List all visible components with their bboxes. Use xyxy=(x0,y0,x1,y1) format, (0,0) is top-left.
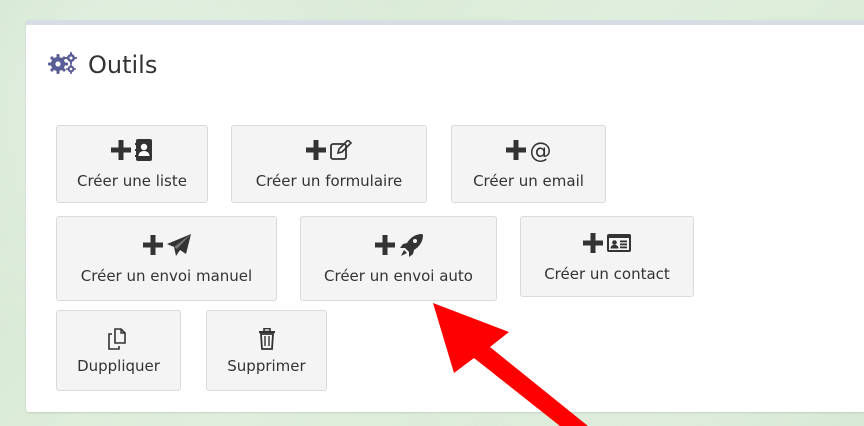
plus-icon xyxy=(505,140,526,164)
plus-icon xyxy=(374,234,395,259)
copy-icon xyxy=(107,327,130,354)
create-auto-send-label: Créer un envoi auto xyxy=(324,266,473,285)
create-auto-send-button[interactable]: Créer un envoi auto xyxy=(300,216,497,301)
duplicate-button[interactable]: Duppliquer xyxy=(56,310,181,391)
create-list-label: Créer une liste xyxy=(77,172,187,190)
create-list-button[interactable]: Créer une liste xyxy=(56,125,208,203)
plus-icon xyxy=(583,232,603,257)
plus-icon xyxy=(111,140,131,164)
create-contact-label: Créer un contact xyxy=(544,264,670,283)
create-manual-send-button[interactable]: Créer un envoi manuel xyxy=(56,216,277,301)
id-card-icon xyxy=(607,233,631,256)
tools-panel: Outils Créer une liste Créer un formulai… xyxy=(26,20,864,412)
delete-label: Supprimer xyxy=(227,356,306,375)
create-manual-send-label: Créer un envoi manuel xyxy=(80,266,253,285)
trash-icon xyxy=(258,327,276,354)
address-book-icon xyxy=(135,139,153,165)
edit-icon xyxy=(330,138,353,164)
gears-icon xyxy=(48,51,78,79)
plus-icon xyxy=(306,140,326,164)
panel-header: Outils xyxy=(48,51,157,79)
panel-title: Outils xyxy=(88,51,158,79)
create-email-button[interactable]: @ Créer un email xyxy=(451,125,606,203)
paper-plane-icon xyxy=(166,233,191,260)
create-contact-button[interactable]: Créer un contact xyxy=(520,216,694,297)
delete-button[interactable]: Supprimer xyxy=(206,310,327,391)
create-form-button[interactable]: Créer un formulaire xyxy=(231,125,427,203)
create-email-label: Créer un email xyxy=(473,172,584,190)
plus-icon xyxy=(142,234,163,259)
duplicate-label: Duppliquer xyxy=(77,356,160,375)
at-icon: @ xyxy=(529,139,552,164)
rocket-icon xyxy=(399,233,423,261)
create-form-label: Créer un formulaire xyxy=(255,172,403,190)
